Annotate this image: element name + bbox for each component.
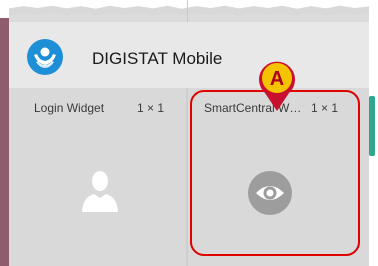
user-silhouette-icon [78,168,122,217]
widget-size-login: 1 × 1 [137,101,165,115]
widget-name-login: Login Widget [34,101,105,115]
callout-marker-a: A [253,57,301,118]
screenshot-frame: DIGISTAT Mobile Login Widget 1 × 1 Smart… [0,0,378,266]
left-accent-bar [0,18,9,266]
column-divider [187,0,188,22]
digistat-logo-icon [27,39,63,75]
callout-label: A [270,68,284,90]
app-title: DIGISTAT Mobile [92,49,223,68]
scrollbar-thumb[interactable] [369,96,375,156]
